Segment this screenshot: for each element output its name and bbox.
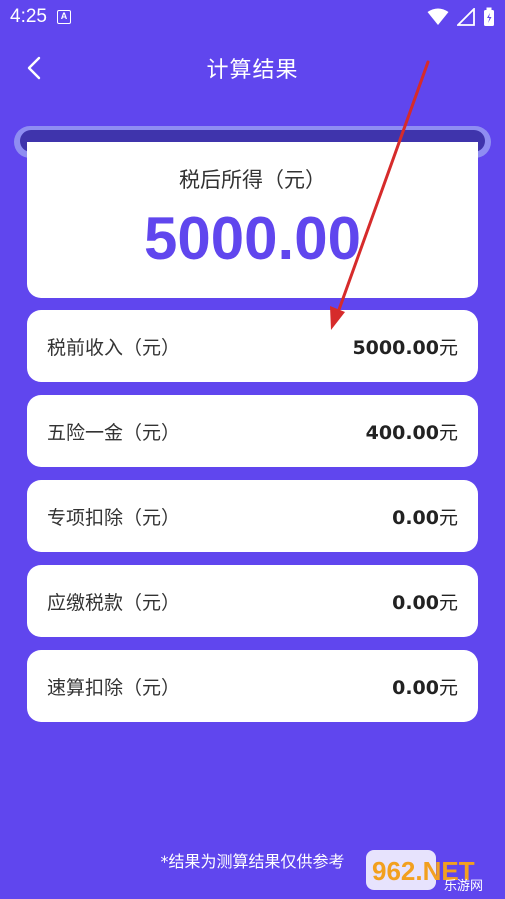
row-value: 400.00元 bbox=[365, 421, 458, 444]
row-value: 0.00元 bbox=[392, 591, 458, 614]
status-icons bbox=[427, 7, 495, 27]
detail-list: 税前收入（元） 5000.00元 五险一金（元） 400.00元 专项扣除（元）… bbox=[27, 310, 478, 735]
result-card: 税后所得（元） 5000.00 bbox=[27, 142, 478, 298]
row-value: 5000.00元 bbox=[352, 336, 458, 359]
status-bar: 4:25 A bbox=[0, 0, 505, 34]
row-label: 应缴税款（元） bbox=[47, 591, 181, 614]
result-label: 税后所得（元） bbox=[179, 168, 326, 192]
page-title: 计算结果 bbox=[206, 58, 299, 83]
result-value: 5000.00 bbox=[144, 205, 361, 272]
watermark-sub: 乐游网 bbox=[444, 879, 483, 894]
row-tax-payable: 应缴税款（元） 0.00元 bbox=[27, 565, 478, 637]
app-bar: 计算结果 bbox=[0, 40, 505, 96]
row-label: 税前收入（元） bbox=[47, 336, 181, 359]
row-pretax-income: 税前收入（元） 5000.00元 bbox=[27, 310, 478, 382]
signal-icon bbox=[457, 8, 475, 26]
row-label: 专项扣除（元） bbox=[47, 506, 181, 529]
battery-icon bbox=[484, 7, 494, 26]
row-social-insurance: 五险一金（元） 400.00元 bbox=[27, 395, 478, 467]
back-button[interactable] bbox=[16, 50, 52, 86]
row-value: 0.00元 bbox=[392, 506, 458, 529]
notification-icon: A bbox=[56, 10, 71, 24]
row-value: 0.00元 bbox=[392, 676, 458, 699]
row-special-deduction: 专项扣除（元） 0.00元 bbox=[27, 480, 478, 552]
status-time: 4:25 bbox=[10, 6, 47, 27]
watermark-logo: 962.NET 乐游网 bbox=[366, 850, 483, 894]
row-label: 速算扣除（元） bbox=[47, 676, 181, 699]
row-quick-deduction: 速算扣除（元） 0.00元 bbox=[27, 650, 478, 722]
wifi-icon bbox=[427, 8, 449, 25]
row-label: 五险一金（元） bbox=[47, 421, 181, 444]
chevron-left-icon bbox=[27, 56, 41, 80]
